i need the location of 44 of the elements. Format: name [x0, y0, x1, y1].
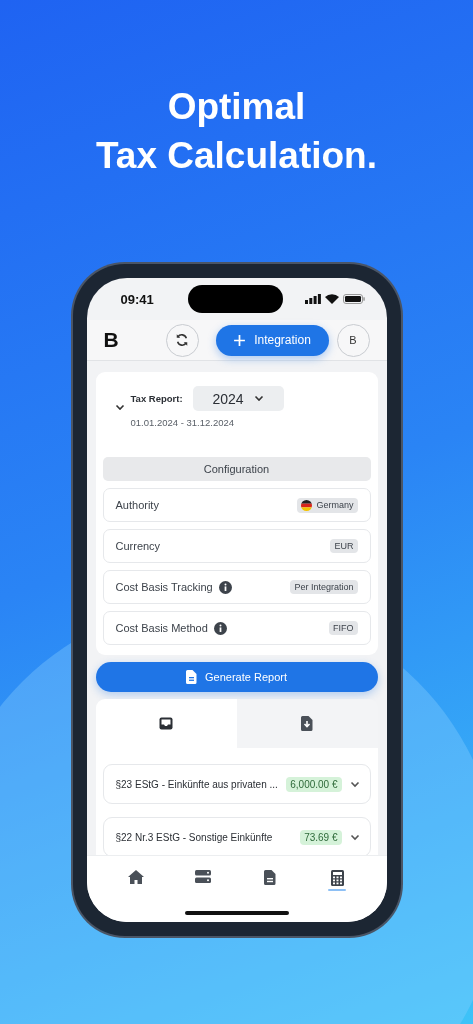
tax-category-title: §22 Nr.3 EStG - Sonstige Einkünfte: [115, 831, 274, 843]
info-icon[interactable]: [213, 621, 227, 635]
setting-value-badge: FIFO: [329, 621, 358, 635]
avatar-button[interactable]: B: [336, 323, 370, 357]
setting-value-badge: Per Integration: [290, 580, 358, 594]
chevron-down-icon[interactable]: [114, 403, 125, 411]
report-item[interactable]: §23 EStG - Einkünfte aus privaten ... 6,000.00 €: [102, 764, 371, 804]
configuration-header: Configuration: [102, 457, 371, 481]
report-item[interactable]: §22 Nr.3 EStG - Sonstige Einkünfte 73.69 €: [102, 817, 371, 855]
setting-value-badge: Germany: [297, 497, 358, 513]
generate-report-button[interactable]: Generate Report: [95, 662, 378, 692]
refresh-button[interactable]: [165, 323, 199, 357]
year-dropdown[interactable]: 2024: [192, 386, 284, 411]
inbox-icon: [159, 717, 173, 730]
home-icon: [128, 870, 144, 884]
battery-icon: [342, 294, 365, 304]
active-tab-indicator: [328, 889, 346, 891]
document-icon: [264, 870, 276, 885]
germany-flag-icon: [301, 499, 313, 511]
integration-button[interactable]: Integration: [215, 324, 329, 356]
refresh-icon: [175, 333, 189, 347]
file-download-icon: [301, 716, 313, 731]
plus-icon: [233, 333, 247, 347]
server-icon: [195, 870, 211, 883]
setting-label: Cost Basis Tracking: [115, 581, 213, 593]
headline-line: Tax Calculation.: [96, 134, 377, 178]
calculator-icon: [330, 870, 344, 886]
wifi-icon: [324, 294, 339, 304]
setting-label: Currency: [115, 540, 161, 552]
document-icon: [186, 670, 198, 684]
amount-badge: 73.69 €: [300, 829, 342, 845]
headline-line: Optimal: [166, 85, 307, 129]
date-range: 01.01.2024 - 31.12.2024: [130, 417, 236, 428]
info-icon[interactable]: [218, 580, 232, 594]
amount-badge: 6,000.00 €: [286, 776, 342, 792]
status-time: 09:41: [120, 291, 154, 307]
app-logo: B: [103, 328, 120, 352]
chevron-down-icon: [253, 395, 264, 402]
setting-label: Cost Basis Method: [115, 622, 208, 634]
tax-report-label: Tax Report:: [130, 393, 183, 404]
setting-label: Authority: [115, 499, 159, 511]
signal-icon: [304, 294, 321, 304]
tax-category-title: §23 EStG - Einkünfte aus privaten ...: [115, 778, 279, 790]
setting-value-badge: EUR: [330, 539, 358, 553]
